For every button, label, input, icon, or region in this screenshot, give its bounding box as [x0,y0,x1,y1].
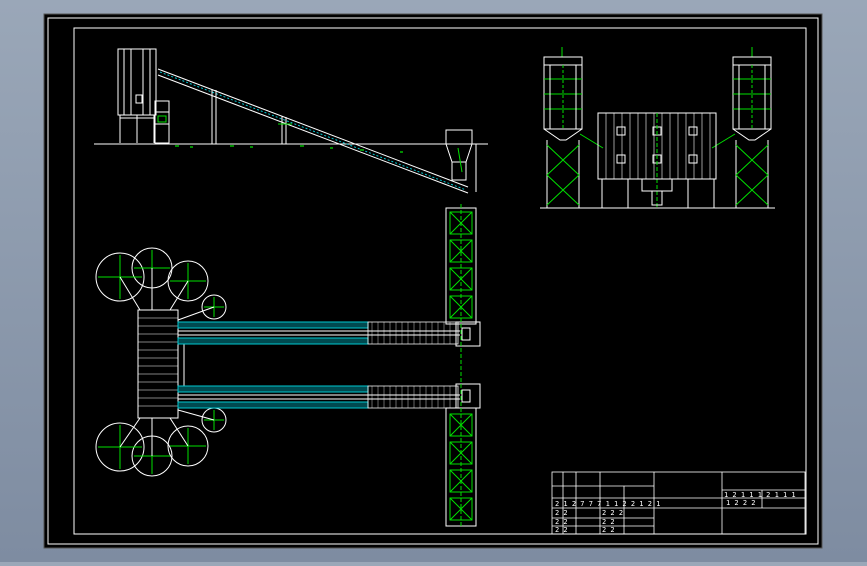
title-block-row2-mid: 2 2 2 [602,509,623,517]
title-block-row1-right: 1 2 1 1 1 2 1 1 1 [724,491,796,499]
title-block-row1-left: 2 1 2 7 7 7 1 1 2 2 1 2 1 [555,500,660,508]
title-block-row3-mid: 2 2 [602,518,615,526]
cad-viewport[interactable]: 2 1 2 7 7 7 1 1 2 2 1 2 1 1 2 1 1 1 2 1 … [0,0,867,562]
title-block-row2-right: 1 2 2 2 [726,499,756,507]
title-block-row3-left: 2 2 [555,518,568,526]
title-block-row4-mid: 2 2 [602,526,615,534]
title-block-row4-left: 2 2 [555,526,568,534]
title-block-row2-left: 2 2 [555,509,568,517]
drawing-sheet [43,13,823,549]
